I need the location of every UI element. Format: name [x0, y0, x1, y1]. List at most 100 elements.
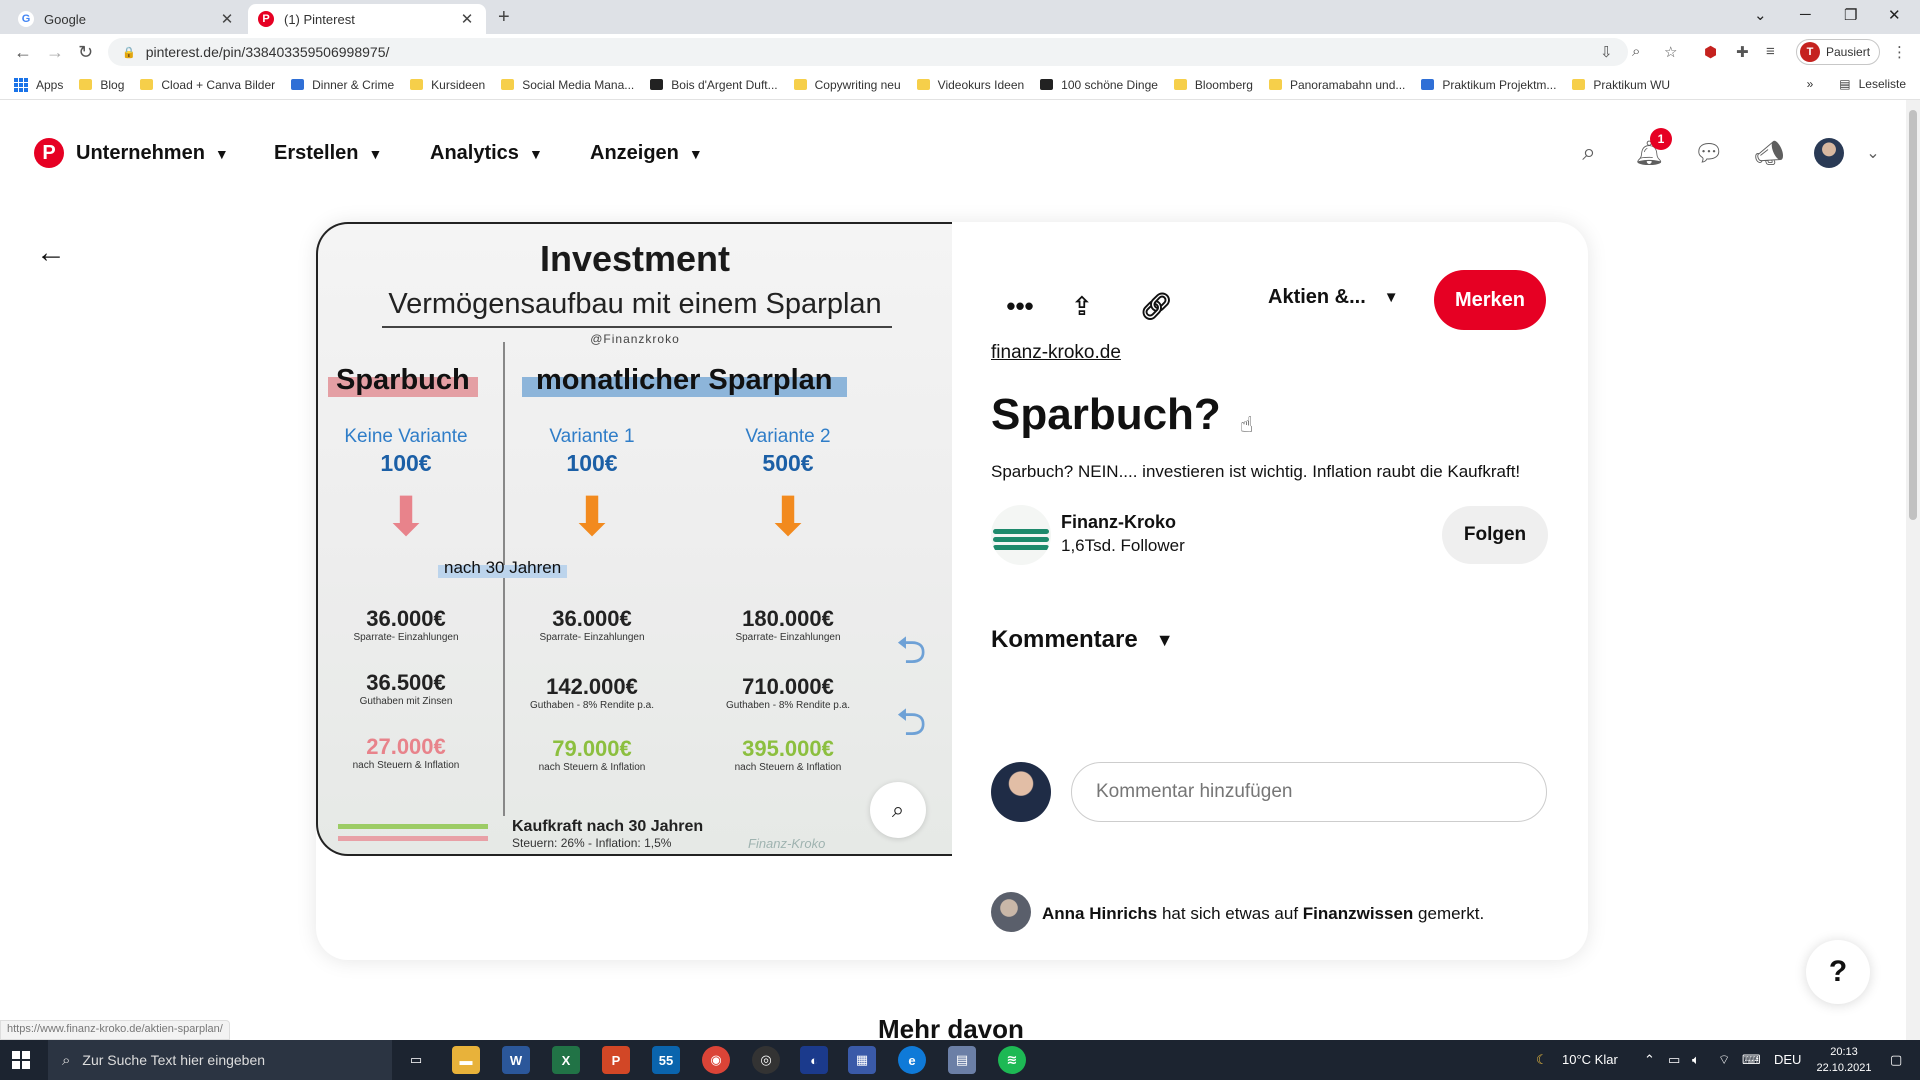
more-bookmarks-icon[interactable]: »	[1807, 77, 1814, 91]
bookmark-praktikum-projekt[interactable]: Praktikum Projektm...	[1421, 78, 1556, 92]
years-label: nach 30 Jahren	[438, 558, 568, 578]
bookmark-copywriting[interactable]: Copywriting neu	[793, 78, 901, 92]
language-indicator[interactable]: DEU	[1774, 1052, 1801, 1067]
nav-unternehmen[interactable]: Unternehmen ▼	[76, 142, 229, 165]
kebab-menu-icon[interactable]: ⋮	[1892, 43, 1907, 61]
activity-text: Anna Hinrichs hat sich etwas auf Finanzw…	[1042, 904, 1485, 923]
messages-icon[interactable]: 💬︎	[1694, 138, 1724, 168]
powerpoint-icon[interactable]: P	[602, 1046, 630, 1074]
excel-icon[interactable]: X	[552, 1046, 580, 1074]
variant-label: Variante 2	[745, 426, 831, 447]
adblock-extension-icon[interactable]: ⬢	[1704, 43, 1717, 61]
link-icon[interactable]: 🔗︎	[1134, 284, 1178, 328]
bookmark-social-media[interactable]: Social Media Mana...	[501, 78, 634, 92]
bookmark-blog[interactable]: Blog	[79, 78, 124, 92]
back-icon[interactable]: ←	[14, 42, 32, 63]
tray-chevron-icon[interactable]: ⌃	[1644, 1052, 1655, 1068]
megaphone-icon[interactable]: 📣︎	[1754, 138, 1784, 168]
keyboard-icon[interactable]: ⌨	[1742, 1052, 1761, 1068]
obs-icon[interactable]: ◎	[752, 1046, 780, 1074]
board-selector[interactable]: Aktien &... ▼	[1268, 286, 1399, 309]
file-explorer-icon[interactable]: ▬	[452, 1046, 480, 1074]
install-icon[interactable]: ⇩	[1600, 43, 1613, 61]
search-icon[interactable]: ⌕	[1574, 138, 1604, 168]
activity-user[interactable]: Anna Hinrichs	[1042, 904, 1157, 923]
nav-analytics[interactable]: Analytics ▼	[430, 142, 543, 165]
back-arrow-icon[interactable]: ←	[36, 236, 66, 270]
bookmark-canva[interactable]: Cload + Canva Bilder	[140, 78, 275, 92]
scrollbar-thumb[interactable]	[1909, 110, 1917, 520]
reload-icon[interactable]: ↻	[78, 42, 93, 63]
firefox-icon[interactable]: ◐	[800, 1046, 828, 1074]
app-icon[interactable]: ▤	[948, 1046, 976, 1074]
bookmark-100-dinge[interactable]: 100 schöne Dinge	[1040, 78, 1158, 92]
bookmark-panoramabahn[interactable]: Panoramabahn und...	[1268, 78, 1405, 92]
tab-search-icon[interactable]: ⌄	[1754, 6, 1767, 24]
taskbar-search[interactable]: ⌕ Zur Suche Text hier eingeben	[48, 1040, 392, 1080]
value: 27.000€	[366, 734, 446, 759]
avatar[interactable]	[991, 892, 1031, 932]
restore-icon[interactable]: ❐	[1844, 6, 1857, 24]
folder-icon	[140, 79, 154, 90]
reading-list[interactable]: » ▤ Leseliste	[1807, 77, 1906, 91]
source-link[interactable]: finanz-kroko.de	[991, 342, 1121, 364]
edge-icon[interactable]: e	[898, 1046, 926, 1074]
share-icon[interactable]: ⇪	[1060, 284, 1104, 328]
new-tab-icon[interactable]: +	[498, 6, 510, 29]
chevron-down-icon[interactable]: ⌄	[1858, 138, 1888, 168]
word-icon[interactable]: W	[502, 1046, 530, 1074]
pinterest-logo-icon[interactable]: P	[34, 138, 64, 168]
comments-toggle[interactable]: Kommentare ▼	[991, 626, 1174, 654]
task-view-icon[interactable]: ▭	[402, 1046, 430, 1074]
mail-icon[interactable]: 55	[652, 1046, 680, 1074]
profile-button[interactable]: T Pausiert	[1796, 39, 1880, 65]
forward-icon[interactable]: →	[46, 42, 64, 63]
save-button[interactable]: Merken	[1434, 270, 1546, 330]
bookmark-praktikum-wu[interactable]: Praktikum WU	[1572, 78, 1670, 92]
scrollbar[interactable]	[1906, 100, 1920, 1040]
clock[interactable]: 20:13 22.10.2021	[1812, 1044, 1876, 1076]
more-options-icon[interactable]: •••	[998, 284, 1042, 328]
minimize-icon[interactable]: ─	[1800, 6, 1811, 23]
spotify-icon[interactable]: ≋	[998, 1046, 1026, 1074]
bookmark-bloomberg[interactable]: Bloomberg	[1173, 78, 1253, 92]
tab-google[interactable]: G Google ✕	[8, 4, 246, 34]
bookmark-videokurs[interactable]: Videokurs Ideen	[916, 78, 1024, 92]
chrome-icon[interactable]: ◉	[702, 1046, 730, 1074]
help-button[interactable]: ?	[1806, 940, 1870, 1004]
nav-erstellen[interactable]: Erstellen ▼	[274, 142, 382, 165]
bookmark-kursideen[interactable]: Kursideen	[410, 78, 485, 92]
weather-text[interactable]: 10°C Klar	[1562, 1052, 1618, 1067]
close-icon[interactable]: ✕	[218, 10, 236, 28]
chevron-down-icon: ▼	[688, 145, 703, 162]
creator-name[interactable]: Finanz-Kroko	[1061, 512, 1176, 533]
avatar[interactable]	[1814, 138, 1844, 168]
bookmarks-bar: Apps Blog Cload + Canva Bilder Dinner & …	[0, 70, 1920, 100]
pin-image[interactable]: Investment Vermögensaufbau mit einem Spa…	[316, 222, 952, 856]
activity-board[interactable]: Finanzwissen	[1303, 904, 1414, 923]
bookmark-apps[interactable]: Apps	[14, 77, 63, 92]
zoom-icon[interactable]: ⌕	[1632, 43, 1640, 60]
app-icon[interactable]: ▦	[848, 1046, 876, 1074]
close-icon[interactable]: ✕	[458, 10, 476, 28]
battery-icon[interactable]: ▭	[1668, 1052, 1680, 1068]
tab-pinterest[interactable]: P (1) Pinterest ✕	[248, 4, 486, 34]
pin-description: Sparbuch? NEIN.... investieren ist wicht…	[991, 462, 1521, 481]
network-icon[interactable]: ⌔	[1718, 1052, 1730, 1068]
follow-button[interactable]: Folgen	[1442, 506, 1548, 564]
window-close-icon[interactable]: ✕	[1888, 6, 1901, 24]
nav-anzeigen[interactable]: Anzeigen ▼	[590, 142, 703, 165]
bookmark-dinner-crime[interactable]: Dinner & Crime	[291, 78, 394, 92]
media-queue-icon[interactable]: ≡	[1766, 43, 1775, 60]
comment-input[interactable]	[1071, 762, 1547, 822]
windows-start-icon[interactable]	[12, 1051, 30, 1069]
variant-label: Keine Variante	[344, 426, 468, 447]
bookmark-bois-dargent[interactable]: Bois d'Argent Duft...	[650, 78, 778, 92]
visual-search-icon[interactable]: ⌕	[870, 782, 926, 838]
notifications-icon[interactable]: ▢	[1890, 1052, 1902, 1068]
volume-icon[interactable]: 🔈︎	[1692, 1052, 1700, 1068]
bookmark-star-icon[interactable]: ☆	[1664, 43, 1677, 61]
extensions-puzzle-icon[interactable]: ✚	[1736, 43, 1749, 61]
creator-avatar[interactable]	[991, 505, 1051, 565]
address-bar[interactable]: 🔒 pinterest.de/pin/338403359506998975/	[108, 38, 1628, 66]
